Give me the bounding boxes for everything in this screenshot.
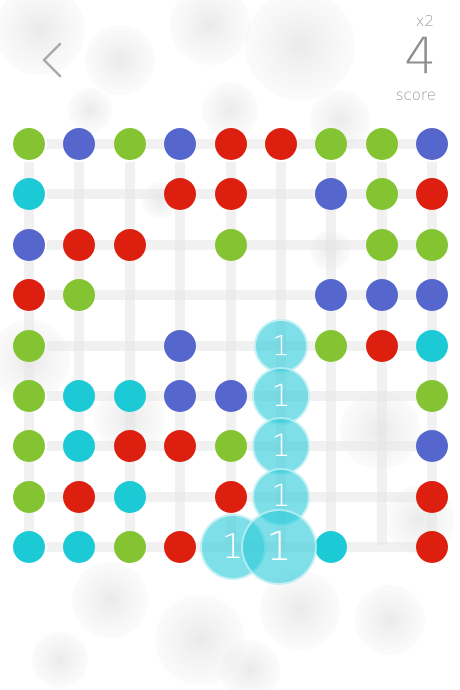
red-dot[interactable] [164, 178, 197, 211]
red-dot[interactable] [63, 228, 96, 261]
green-dot[interactable] [315, 128, 348, 160]
green-dot[interactable] [365, 228, 398, 261]
cyan-dot[interactable] [13, 531, 45, 564]
red-dot[interactable] [416, 531, 449, 564]
green-dot[interactable] [214, 430, 247, 463]
cyan-dot[interactable] [63, 531, 96, 564]
green-dot[interactable] [315, 329, 348, 362]
blue-dot[interactable] [164, 128, 197, 160]
blue-dot[interactable] [315, 178, 348, 211]
cyan-dot[interactable] [113, 380, 146, 412]
red-dot[interactable] [13, 279, 45, 312]
red-dot[interactable] [265, 128, 297, 160]
cyan-dot[interactable] [315, 531, 348, 564]
red-dot[interactable] [214, 128, 247, 160]
green-dot[interactable] [63, 279, 96, 312]
bonus-bubble[interactable]: 1 [241, 509, 317, 586]
red-dot[interactable] [416, 480, 449, 513]
green-dot[interactable] [13, 480, 45, 513]
green-dot[interactable] [416, 380, 449, 412]
green-dot[interactable] [13, 329, 45, 362]
cyan-dot[interactable] [63, 430, 96, 463]
red-dot[interactable] [214, 480, 247, 513]
red-dot[interactable] [416, 178, 449, 211]
red-dot[interactable] [365, 329, 398, 362]
blue-dot[interactable] [365, 279, 398, 312]
red-dot[interactable] [164, 430, 197, 463]
cyan-dot[interactable] [416, 329, 449, 362]
green-dot[interactable] [113, 128, 146, 160]
bonus-bubble[interactable]: 1 [252, 417, 310, 476]
red-dot[interactable] [214, 178, 247, 211]
bonus-bubble[interactable]: 1 [254, 318, 308, 373]
green-dot[interactable] [365, 178, 398, 211]
blue-dot[interactable] [164, 329, 197, 362]
game-board: 111111 [0, 0, 460, 690]
green-dot[interactable] [214, 228, 247, 261]
blue-dot[interactable] [63, 128, 96, 160]
blue-dot[interactable] [416, 128, 449, 160]
green-dot[interactable] [365, 128, 398, 160]
red-dot[interactable] [164, 531, 197, 564]
green-dot[interactable] [13, 380, 45, 412]
green-dot[interactable] [13, 430, 45, 463]
blue-dot[interactable] [13, 228, 45, 261]
cyan-dot[interactable] [113, 480, 146, 513]
blue-dot[interactable] [416, 430, 449, 463]
red-dot[interactable] [63, 480, 96, 513]
bonus-bubble[interactable]: 1 [252, 367, 310, 425]
red-dot[interactable] [113, 430, 146, 463]
cyan-dot[interactable] [13, 178, 45, 211]
blue-dot[interactable] [416, 279, 449, 312]
blue-dot[interactable] [214, 380, 247, 412]
blue-dot[interactable] [315, 279, 348, 312]
green-dot[interactable] [13, 128, 45, 160]
green-dot[interactable] [416, 228, 449, 261]
cyan-dot[interactable] [63, 380, 96, 412]
red-dot[interactable] [113, 228, 146, 261]
blue-dot[interactable] [164, 380, 197, 412]
green-dot[interactable] [113, 531, 146, 564]
